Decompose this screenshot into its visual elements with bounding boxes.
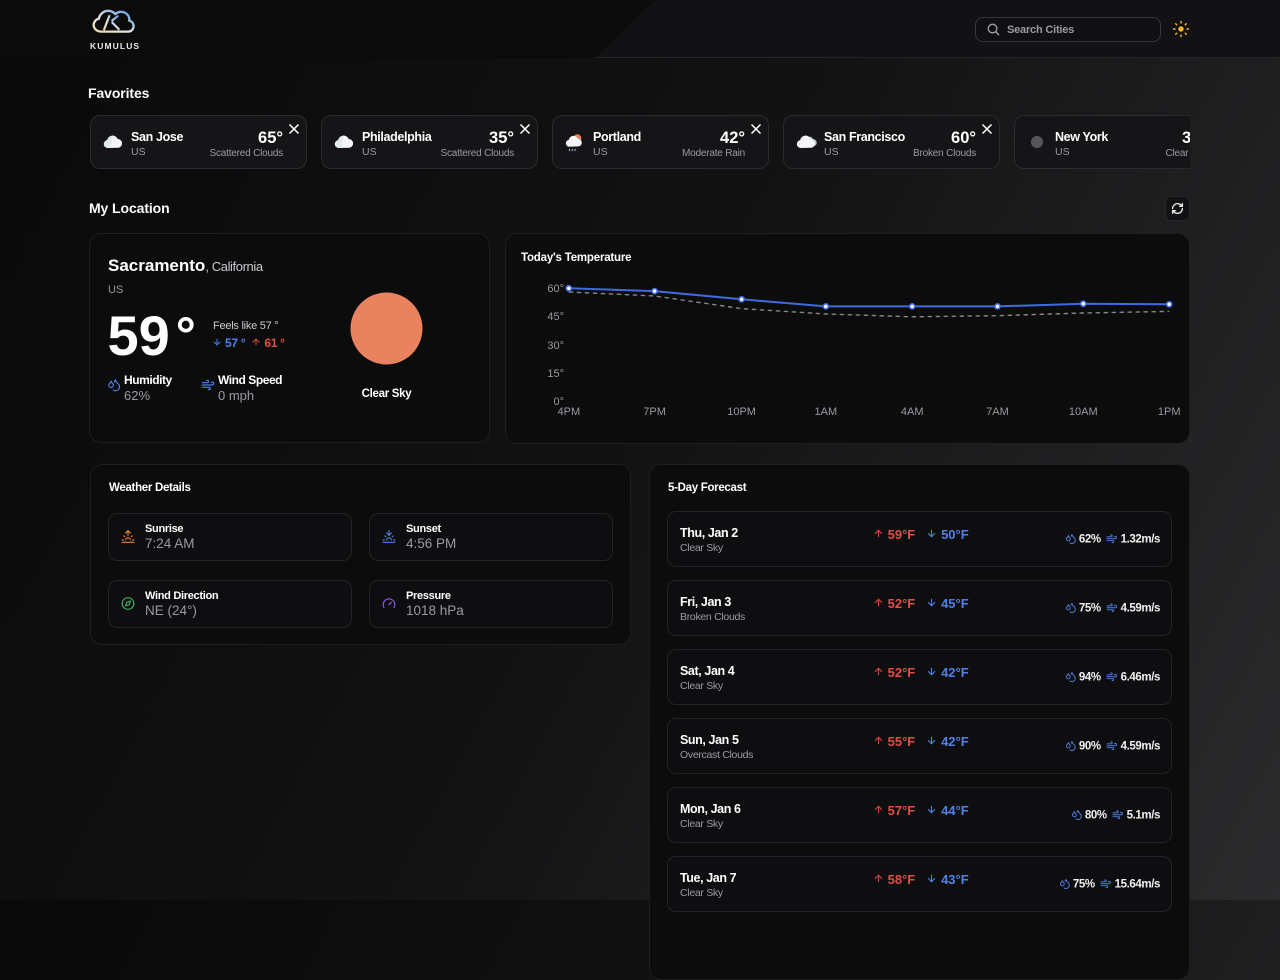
svg-text:4PM: 4PM bbox=[557, 406, 580, 418]
svg-text:10PM: 10PM bbox=[727, 406, 756, 418]
svg-text:45°: 45° bbox=[547, 311, 564, 323]
svg-text:60°: 60° bbox=[547, 283, 564, 295]
svg-text:1AM: 1AM bbox=[814, 406, 837, 418]
svg-text:15°: 15° bbox=[547, 368, 564, 380]
svg-text:7AM: 7AM bbox=[986, 406, 1009, 418]
svg-text:30°: 30° bbox=[547, 340, 564, 352]
svg-text:10AM: 10AM bbox=[1069, 406, 1098, 418]
svg-text:1PM: 1PM bbox=[1158, 406, 1181, 418]
svg-text:4AM: 4AM bbox=[901, 406, 924, 418]
svg-text:7PM: 7PM bbox=[643, 406, 666, 418]
